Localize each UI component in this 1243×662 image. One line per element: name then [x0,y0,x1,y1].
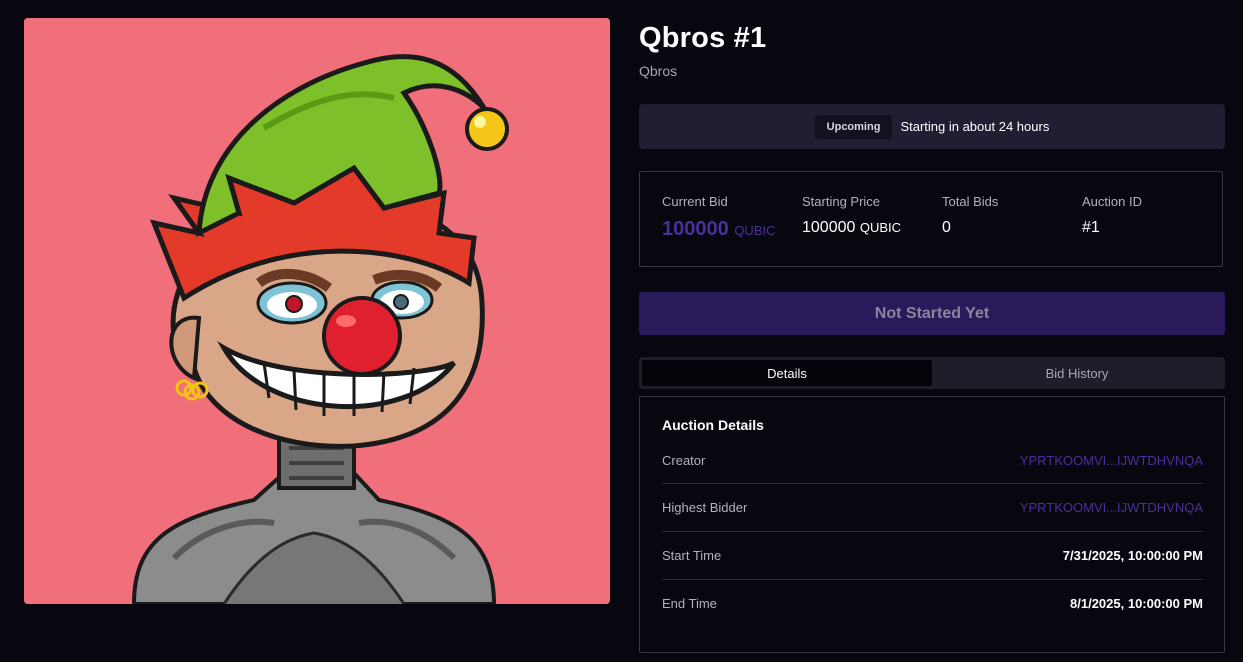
end-time-label: End Time [662,596,717,611]
start-time-label: Start Time [662,548,722,563]
tab-details[interactable]: Details [642,360,932,386]
auction-status-bar: Upcoming Starting in about 24 hours [639,104,1225,149]
total-bids-value: 0 [942,219,951,236]
tab-bid-history[interactable]: Bid History [932,360,1222,386]
detail-row-highest-bidder: Highest Bidder YPRTKOOMVI...IJWTDHVNQA [662,484,1203,532]
highest-bidder-address-link[interactable]: YPRTKOOMVI...IJWTDHVNQA [1020,500,1203,515]
starting-price-unit: QUBIC [859,220,902,235]
total-bids-stat: Total Bids 0 [942,172,1082,266]
current-bid-value: 100000 QUBIC [662,218,802,241]
creator-label: Creator [662,452,706,468]
creator-address-link[interactable]: YPRTKOOMVI...IJWTDHVNQA [1020,453,1203,468]
not-started-button[interactable]: Not Started Yet [639,292,1225,335]
current-bid-label: Current Bid [662,194,728,209]
auction-panel: Qbros #1 Qbros Upcoming Starting in abou… [639,18,1225,653]
current-bid-unit: QUBIC [734,223,776,238]
start-time-value: 7/31/2025, 10:00:00 PM [1062,548,1203,563]
collection-name[interactable]: Qbros [639,63,1225,79]
auction-id-stat: Auction ID #1 [1082,172,1222,266]
current-bid-stat: Current Bid 100000 QUBIC [662,172,802,266]
total-bids-label: Total Bids [942,194,999,209]
auction-id-value: #1 [1082,219,1100,236]
starting-price-amount: 100000 [802,219,856,236]
starting-price-value: 100000 QUBIC [802,219,942,237]
jester-illustration [24,18,610,604]
nft-image [24,18,610,604]
starting-price-label: Starting Price [802,194,881,209]
auction-id-label: Auction ID [1082,194,1142,209]
detail-row-end-time: End Time 8/1/2025, 10:00:00 PM [662,580,1203,627]
detail-tabs: Details Bid History [639,357,1225,389]
auction-details-card: Auction Details Creator YPRTKOOMVI...IJW… [639,396,1225,653]
starting-price-stat: Starting Price 100000 QUBIC [802,172,942,266]
current-bid-amount: 100000 [662,218,729,240]
status-countdown: Starting in about 24 hours [900,119,1050,134]
status-badge: Upcoming [814,114,893,139]
end-time-value: 8/1/2025, 10:00:00 PM [1070,596,1203,611]
auction-details-title: Auction Details [662,417,764,433]
page-title: Qbros #1 [639,22,767,54]
detail-row-creator: Creator YPRTKOOMVI...IJWTDHVNQA [662,437,1203,484]
detail-row-start-time: Start Time 7/31/2025, 10:00:00 PM [662,532,1203,580]
highest-bidder-label: Highest Bidder [662,500,748,515]
auction-stats: Current Bid 100000 QUBIC Starting Price … [639,171,1223,267]
